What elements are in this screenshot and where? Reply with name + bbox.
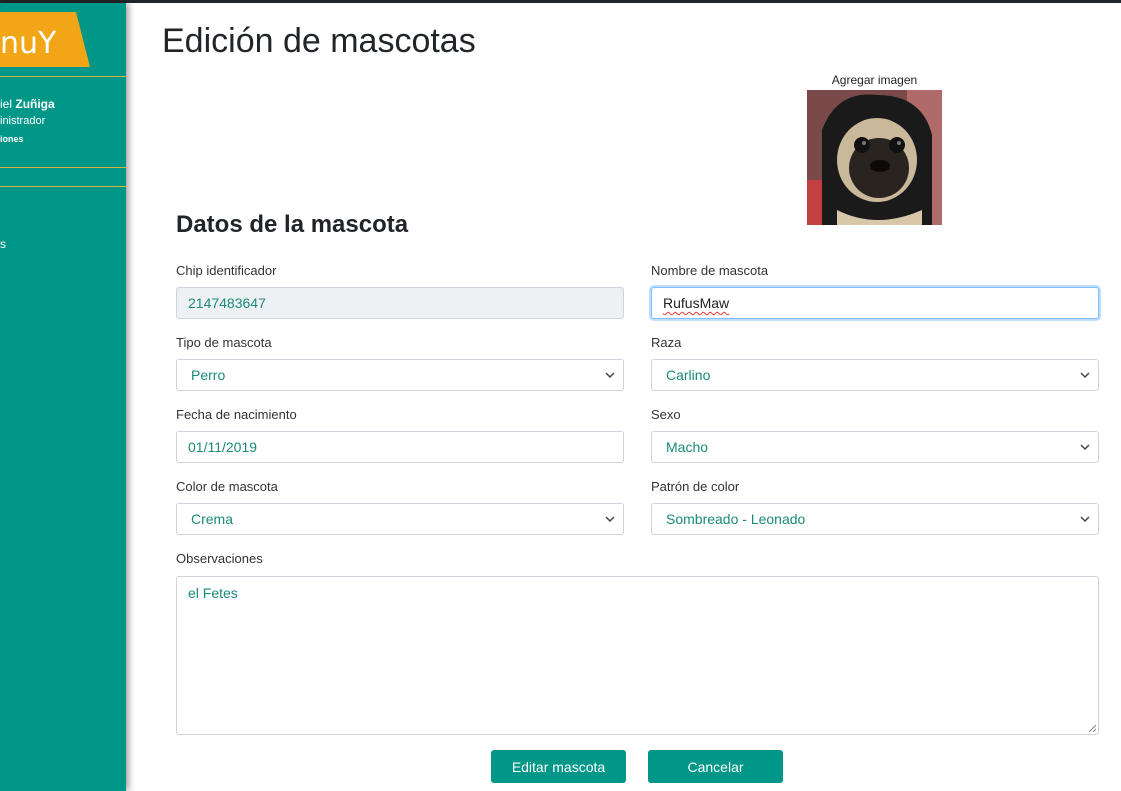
cancel-button[interactable]: Cancelar (648, 750, 783, 783)
notes-value: el Fetes (188, 585, 238, 601)
sidebar-nav-item[interactable]: s (0, 237, 6, 251)
sidebar: nuY iel Zuñiga inistrador iones s (0, 3, 126, 791)
notes-label: Observaciones (176, 551, 263, 566)
chevron-down-icon (1080, 372, 1090, 379)
resize-handle-icon[interactable] (1088, 724, 1096, 732)
sex-label: Sexo (651, 407, 681, 422)
chevron-down-icon (605, 516, 615, 523)
chip-value: 2147483647 (188, 295, 266, 311)
color-label: Color de mascota (176, 479, 278, 494)
sidebar-divider (0, 76, 126, 77)
user-name: iel Zuñiga (0, 97, 55, 111)
sidebar-divider (0, 186, 126, 187)
breed-select[interactable]: Carlino (651, 359, 1099, 391)
notes-textarea[interactable]: el Fetes (176, 576, 1099, 735)
pet-name-input[interactable]: RufusMaw (651, 287, 1099, 319)
chevron-down-icon (1080, 444, 1090, 451)
logo-text: nuY (0, 26, 57, 61)
chip-label: Chip identificador (176, 263, 277, 278)
breed-label: Raza (651, 335, 682, 350)
app-logo[interactable]: nuY (0, 12, 90, 67)
pet-photo[interactable] (807, 90, 942, 225)
sex-select[interactable]: Macho (651, 431, 1099, 463)
chevron-down-icon (605, 372, 615, 379)
pet-type-label: Tipo de mascota (176, 335, 272, 350)
chip-input[interactable]: 2147483647 (176, 287, 624, 319)
birthdate-input[interactable]: 01/11/2019 (176, 431, 624, 463)
pattern-value: Sombreado - Leonado (666, 511, 806, 527)
user-extra-link[interactable]: iones (0, 134, 24, 144)
page-title: Edición de mascotas (162, 22, 476, 60)
pet-type-select[interactable]: Perro (176, 359, 624, 391)
pet-photo-image (807, 90, 942, 225)
section-title: Datos de la mascota (176, 211, 409, 238)
color-select[interactable]: Crema (176, 503, 624, 535)
chevron-down-icon (1080, 516, 1090, 523)
pet-name-value: RufusMaw (663, 295, 730, 311)
color-value: Crema (191, 511, 234, 527)
birthdate-label: Fecha de nacimiento (176, 407, 297, 422)
sex-value: Macho (666, 439, 709, 455)
top-bar (0, 0, 1121, 3)
pattern-select[interactable]: Sombreado - Leonado (651, 503, 1099, 535)
user-role: inistrador (0, 115, 46, 127)
pet-type-value: Perro (191, 367, 226, 383)
pet-name-label: Nombre de mascota (651, 263, 769, 278)
sidebar-divider (0, 167, 126, 168)
pattern-label: Patrón de color (651, 479, 740, 494)
add-image-label[interactable]: Agregar imagen (807, 73, 942, 87)
edit-pet-button[interactable]: Editar mascota (491, 750, 626, 783)
breed-value: Carlino (666, 367, 711, 383)
birthdate-value: 01/11/2019 (188, 439, 258, 455)
